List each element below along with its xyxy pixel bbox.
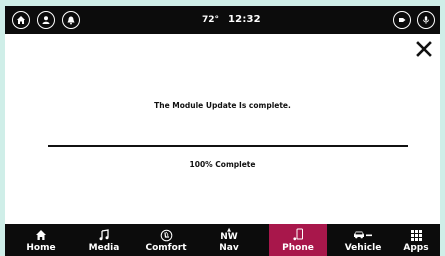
- nav-item-apps[interactable]: Apps: [388, 224, 440, 256]
- nav-item-media[interactable]: Media: [76, 224, 132, 256]
- nav-item-nav[interactable]: ▲ NW Nav: [201, 224, 257, 256]
- phone-icon: [292, 227, 304, 243]
- seat-icon: [160, 227, 173, 243]
- nav-item-home[interactable]: Home: [13, 224, 69, 256]
- nav-item-comfort[interactable]: Comfort: [138, 224, 194, 256]
- close-icon[interactable]: [416, 41, 432, 57]
- nav-label-vehicle: Vehicle: [344, 243, 382, 253]
- clock: 12:32: [228, 14, 261, 25]
- home-icon: [35, 227, 47, 243]
- microphone-icon[interactable]: [417, 11, 435, 29]
- nav-label-phone: Phone: [282, 243, 314, 253]
- compass-icon: ▲ NW: [220, 227, 238, 242]
- compass-direction: NW: [220, 232, 238, 242]
- status-bar: 72° 12:32: [5, 6, 440, 34]
- nav-item-vehicle[interactable]: Vehicle: [335, 224, 391, 256]
- progress-label: 100% Complete: [189, 160, 256, 169]
- user-icon[interactable]: [37, 11, 55, 29]
- grid-icon: [410, 227, 422, 243]
- bottom-nav-bar: Home Media Comfort ▲ NW Nav Phone Vehicl…: [5, 224, 440, 256]
- bell-icon[interactable]: [62, 11, 80, 29]
- media-source-icon[interactable]: [393, 11, 411, 29]
- update-complete-message: The Module Update Is complete.: [154, 101, 291, 110]
- nav-label-comfort: Comfort: [145, 243, 187, 253]
- progress-fill: [48, 145, 408, 147]
- temperature-readout: 72°: [202, 15, 220, 25]
- screen: 72° 12:32 The Module Update Is complete.…: [5, 6, 440, 256]
- car-icon: [353, 227, 373, 243]
- nav-label-apps: Apps: [403, 243, 429, 253]
- nav-label-nav: Nav: [219, 243, 239, 253]
- nav-item-phone[interactable]: Phone: [269, 224, 327, 256]
- music-note-icon: [98, 227, 110, 243]
- nav-label-home: Home: [26, 243, 56, 253]
- progress-bar: [48, 145, 408, 147]
- home-icon[interactable]: [12, 11, 30, 29]
- nav-label-media: Media: [88, 243, 120, 253]
